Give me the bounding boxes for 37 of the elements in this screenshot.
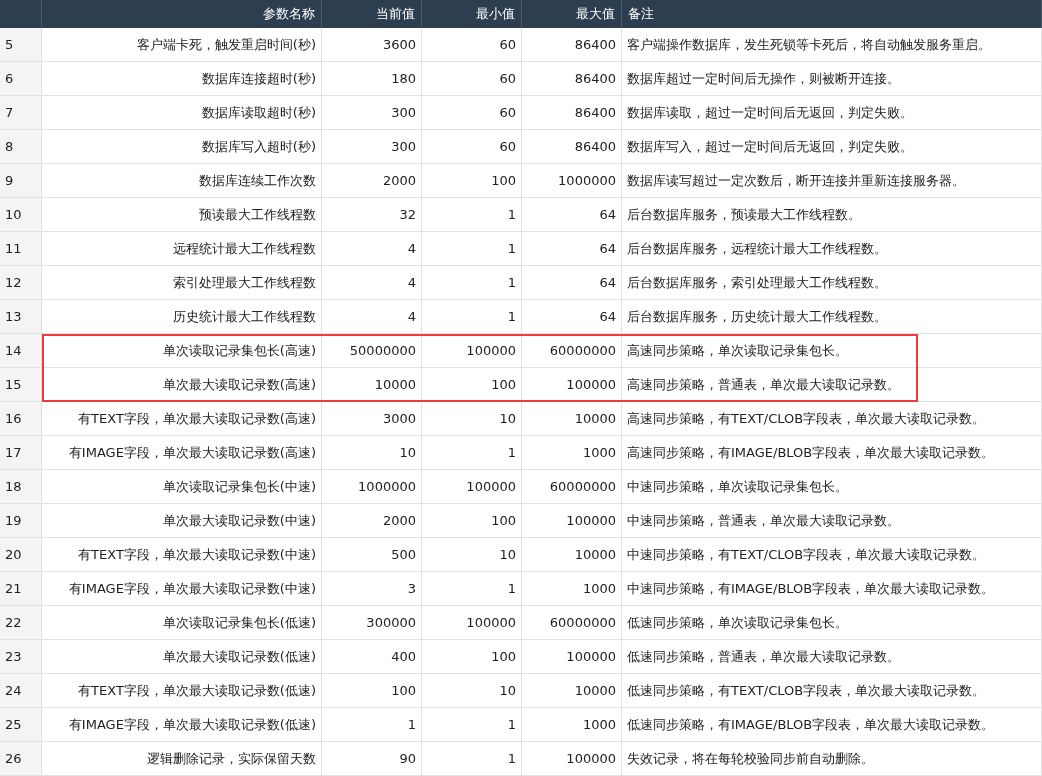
row-number: 10 (0, 198, 42, 232)
table-cell: 历史统计最大工作线程数 (42, 300, 322, 334)
column-header: 最大值 (522, 0, 622, 28)
row-number: 9 (0, 164, 42, 198)
row-number: 19 (0, 504, 42, 538)
row-number: 6 (0, 62, 42, 96)
row-number: 25 (0, 708, 42, 742)
row-number: 26 (0, 742, 42, 776)
table-cell: 4 (322, 300, 422, 334)
row-number: 14 (0, 334, 42, 368)
table-cell: 逻辑删除记录，实际保留天数 (42, 742, 322, 776)
column-header: 参数名称 (42, 0, 322, 28)
table-cell: 1 (422, 300, 522, 334)
row-number: 17 (0, 436, 42, 470)
row-number: 12 (0, 266, 42, 300)
header-cell (0, 0, 42, 28)
row-number: 7 (0, 96, 42, 130)
table-cell: 失效记录，将在每轮校验同步前自动删除。 (622, 742, 1042, 776)
row-number: 18 (0, 470, 42, 504)
row-number: 8 (0, 130, 42, 164)
column-header: 最小值 (422, 0, 522, 28)
row-number: 16 (0, 402, 42, 436)
row-number: 22 (0, 606, 42, 640)
column-header: 备注 (622, 0, 1042, 28)
row-number: 23 (0, 640, 42, 674)
row-number: 20 (0, 538, 42, 572)
table-cell: 100000 (522, 742, 622, 776)
column-header: 当前值 (322, 0, 422, 28)
table-cell: 64 (522, 300, 622, 334)
row-number: 15 (0, 368, 42, 402)
row-number: 21 (0, 572, 42, 606)
row-number: 13 (0, 300, 42, 334)
table-cell: 90 (322, 742, 422, 776)
row-number: 24 (0, 674, 42, 708)
table-cell: 1 (422, 742, 522, 776)
row-number: 5 (0, 28, 42, 62)
row-number: 11 (0, 232, 42, 266)
